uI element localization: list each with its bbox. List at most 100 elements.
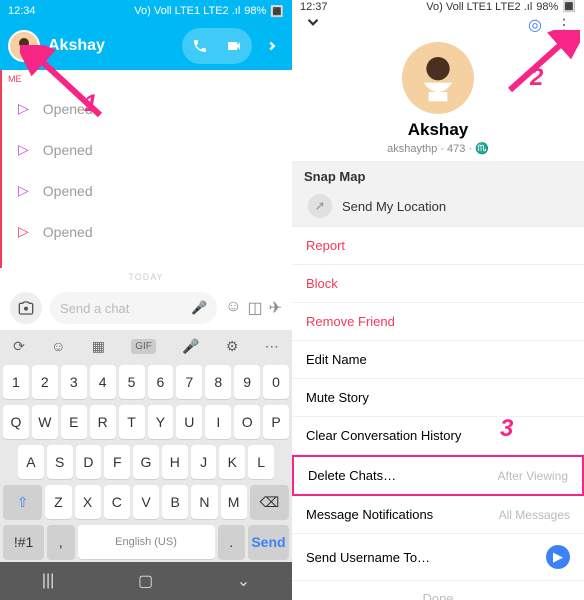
chevron-down-icon[interactable] (304, 13, 322, 36)
message-status: Opened (43, 224, 93, 240)
key[interactable]: D (76, 445, 102, 479)
key[interactable]: U (176, 405, 202, 439)
space-key[interactable]: English (US) (78, 525, 215, 559)
kb-tool[interactable]: GIF (131, 339, 156, 354)
back-button[interactable]: ⌄ (237, 571, 250, 591)
menu-report[interactable]: Report (292, 227, 584, 265)
menu-block[interactable]: Block (292, 265, 584, 303)
mic-icon[interactable]: 🎤 (191, 300, 207, 316)
chat-header-name[interactable]: Akshay (48, 37, 174, 55)
key[interactable]: B (162, 485, 188, 519)
key[interactable]: T (119, 405, 145, 439)
key[interactable]: Z (45, 485, 71, 519)
home-button[interactable]: ▢ (138, 571, 153, 591)
key[interactable]: C (104, 485, 130, 519)
forward-button[interactable] (260, 39, 284, 53)
key[interactable]: Y (148, 405, 174, 439)
profile-hero: Akshay akshaythp · 473 · ♏ (292, 36, 584, 161)
key[interactable]: N (191, 485, 217, 519)
sym-key[interactable]: !#1 (3, 525, 44, 559)
chat-input[interactable]: Send a chat 🎤 (50, 292, 217, 324)
key[interactable]: H (162, 445, 188, 479)
message-item[interactable]: ▷ Opened (2, 129, 292, 170)
video-call-button[interactable] (220, 32, 248, 60)
nav-bar: ||| ▢ ⌄ (0, 562, 292, 600)
opened-icon: ▷ (18, 182, 29, 199)
menu-mute-story[interactable]: Mute Story (292, 379, 584, 417)
done-button[interactable]: Done (292, 581, 584, 600)
more-icon[interactable]: ⋮ (556, 15, 572, 35)
status-net: Vo) Voll LTE1 LTE2 .ıl (134, 5, 240, 17)
kb-tool[interactable]: ⋯ (265, 338, 279, 355)
menu-notifications[interactable]: Message Notifications All Messages (292, 496, 584, 534)
kb-tool[interactable]: ⟳ (13, 338, 25, 355)
key[interactable]: G (133, 445, 159, 479)
key[interactable]: Q (3, 405, 29, 439)
key[interactable]: I (205, 405, 231, 439)
key[interactable]: X (75, 485, 101, 519)
me-label: ME (0, 70, 292, 88)
call-buttons (182, 28, 252, 64)
key[interactable]: 3 (61, 365, 87, 399)
location-icon: ➚ (308, 194, 332, 218)
recents-button[interactable]: ||| (42, 572, 54, 590)
kb-tool[interactable]: ⚙ (226, 338, 239, 355)
send-key[interactable]: Send (248, 525, 289, 559)
message-item[interactable]: ▷ Opened (2, 88, 292, 129)
status-time: 12:37 (300, 1, 328, 13)
key[interactable]: 9 (234, 365, 260, 399)
kb-tool[interactable]: ▦ (92, 338, 105, 355)
key[interactable]: O (234, 405, 260, 439)
message-item[interactable]: ▷ Opened (2, 211, 292, 252)
profile-screen: 12:37 Vo) Voll LTE1 LTE2 .ıl 98% 🔳 ◎ ⋮ A… (292, 0, 584, 600)
period-key[interactable]: . (218, 525, 245, 559)
key[interactable]: 7 (176, 365, 202, 399)
menu-clear-history[interactable]: Clear Conversation History (292, 417, 584, 455)
voice-call-button[interactable] (186, 32, 214, 60)
status-bar: 12:34 Vo) Voll LTE1 LTE2 .ıl 98% 🔳 (0, 0, 292, 22)
key[interactable]: S (47, 445, 73, 479)
chat-screen: 12:34 Vo) Voll LTE1 LTE2 .ıl 98% 🔳 Aksha… (0, 0, 292, 600)
key[interactable]: 2 (32, 365, 58, 399)
key[interactable]: L (248, 445, 274, 479)
avatar[interactable] (402, 42, 474, 114)
menu-edit-name[interactable]: Edit Name (292, 341, 584, 379)
target-icon[interactable]: ◎ (528, 15, 542, 35)
key[interactable]: 5 (119, 365, 145, 399)
key[interactable]: 1 (3, 365, 29, 399)
kb-tool[interactable]: ☺ (51, 338, 65, 354)
key[interactable]: J (191, 445, 217, 479)
menu-send-username[interactable]: Send Username To… ▶ (292, 534, 584, 581)
menu-delete-chats[interactable]: Delete Chats… After Viewing (292, 455, 584, 496)
gallery-icon[interactable]: ◫ (247, 298, 262, 318)
shift-key[interactable]: ⇧ (3, 485, 42, 519)
emoji-icon[interactable]: ☺ (225, 298, 241, 318)
key[interactable]: 8 (205, 365, 231, 399)
menu-notif-sub: All Messages (499, 508, 570, 522)
backspace-key[interactable]: ⌫ (250, 485, 289, 519)
key[interactable]: 0 (263, 365, 289, 399)
camera-button[interactable] (10, 292, 42, 324)
key[interactable]: W (32, 405, 58, 439)
key[interactable]: R (90, 405, 116, 439)
comma-key[interactable]: , (47, 525, 74, 559)
rocket-icon[interactable]: ✈ (269, 298, 282, 318)
send-location-row[interactable]: ➚ Send My Location (304, 184, 572, 226)
avatar[interactable] (8, 30, 40, 62)
key[interactable]: V (133, 485, 159, 519)
key[interactable]: 6 (148, 365, 174, 399)
key[interactable]: A (18, 445, 44, 479)
menu-sheet: Report Block Remove Friend Edit Name Mut… (292, 226, 584, 600)
key[interactable]: F (104, 445, 130, 479)
message-list[interactable]: ▷ Opened ▷ Opened ▷ Opened ▷ Opened (0, 88, 292, 268)
message-item[interactable]: ▷ Opened (2, 170, 292, 211)
send-icon: ▶ (546, 545, 570, 569)
key[interactable]: 4 (90, 365, 116, 399)
key[interactable]: P (263, 405, 289, 439)
kb-tool[interactable]: 🎤 (182, 338, 199, 355)
key[interactable]: K (219, 445, 245, 479)
send-location-label: Send My Location (342, 199, 446, 214)
menu-remove-friend[interactable]: Remove Friend (292, 303, 584, 341)
key[interactable]: E (61, 405, 87, 439)
key[interactable]: M (221, 485, 247, 519)
